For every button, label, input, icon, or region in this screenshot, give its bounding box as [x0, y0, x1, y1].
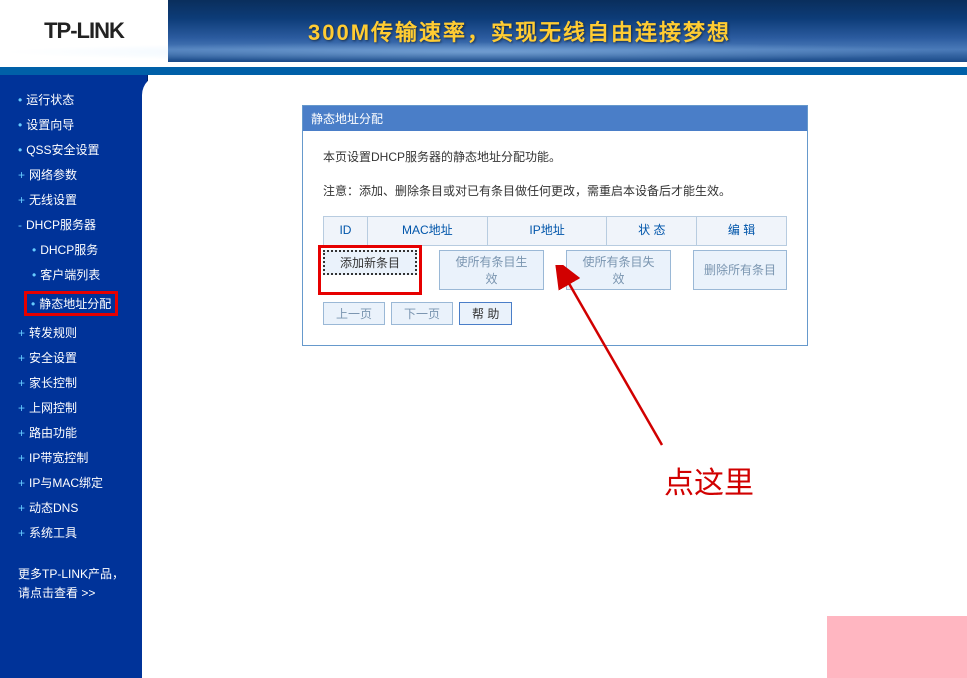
watermark-block: [827, 616, 967, 678]
disable-all-button[interactable]: 使所有条目失效: [566, 250, 671, 290]
prev-page-button[interactable]: 上一页: [323, 302, 385, 325]
sidebar-item-security[interactable]: + 安全设置: [0, 345, 147, 370]
sidebar-label: 动态DNS: [29, 501, 78, 515]
sidebar-item-systools[interactable]: + 系统工具: [0, 520, 147, 545]
plus-icon: +: [18, 501, 25, 515]
th-mac: MAC地址: [367, 217, 487, 246]
header-divider-blue: [0, 67, 967, 75]
bullet-icon: •: [32, 268, 36, 282]
sidebar-sub-dhcp-service[interactable]: • DHCP服务: [0, 237, 147, 262]
sidebar-label: IP带宽控制: [29, 451, 88, 465]
plus-icon: +: [18, 326, 25, 340]
th-edit: 编 辑: [697, 217, 787, 246]
next-page-button[interactable]: 下一页: [391, 302, 453, 325]
th-ip: IP地址: [487, 217, 607, 246]
plus-icon: +: [18, 426, 25, 440]
sidebar-label: 上网控制: [29, 401, 77, 415]
footer-link[interactable]: 请点击查看 >>: [18, 584, 129, 603]
bullet-icon: •: [18, 118, 22, 132]
sidebar-footer: 更多TP-LINK产品， 请点击查看 >>: [0, 565, 147, 603]
highlight-marker: • 静态地址分配: [24, 291, 118, 316]
sidebar-label: 系统工具: [29, 526, 77, 540]
plus-icon: +: [18, 401, 25, 415]
sidebar-label: 家长控制: [29, 376, 77, 390]
panel-description: 本页设置DHCP服务器的静态地址分配功能。: [323, 147, 787, 169]
bullet-icon: •: [32, 243, 36, 257]
panel-title: 静态地址分配: [303, 106, 807, 131]
th-id: ID: [324, 217, 368, 246]
sidebar-label: 运行状态: [26, 93, 74, 107]
sidebar-nav: •运行状态 •设置向导 •QSS安全设置 +网络参数 +无线设置 -DHCP服务…: [0, 75, 148, 678]
assignment-table: ID MAC地址 IP地址 状 态 编 辑: [323, 216, 787, 246]
sidebar-label: 路由功能: [29, 426, 77, 440]
sidebar-label: IP与MAC绑定: [29, 476, 103, 490]
sidebar-sub-client-list[interactable]: • 客户端列表: [0, 262, 147, 287]
sidebar-label: DHCP服务: [40, 243, 98, 257]
delete-all-button[interactable]: 删除所有条目: [693, 250, 787, 290]
panel-body: 本页设置DHCP服务器的静态地址分配功能。 注意：添加、删除条目或对已有条目做任…: [303, 131, 807, 345]
plus-icon: +: [18, 476, 25, 490]
sidebar-item-ipmac[interactable]: + IP与MAC绑定: [0, 470, 147, 495]
sidebar-label: 无线设置: [29, 193, 77, 207]
annotation-text: 点这里: [664, 458, 754, 502]
plus-icon: +: [18, 376, 25, 390]
table-header-row: ID MAC地址 IP地址 状 态 编 辑: [324, 217, 787, 246]
sidebar-label: 静态地址分配: [39, 297, 111, 311]
plus-icon: +: [18, 193, 25, 207]
plus-icon: +: [18, 168, 25, 182]
bullet-icon: •: [31, 297, 35, 311]
bullet-icon: •: [18, 93, 22, 107]
sidebar-item-forward[interactable]: + 转发规则: [0, 320, 147, 345]
sidebar-label: QSS安全设置: [26, 143, 99, 157]
plus-icon: +: [18, 526, 25, 540]
sidebar-label: 安全设置: [29, 351, 77, 365]
sidebar-item-status[interactable]: • 运行状态: [0, 87, 147, 112]
brand-logo: TP-LINK: [0, 0, 168, 62]
help-button[interactable]: 帮 助: [459, 302, 512, 325]
plus-icon: +: [18, 451, 25, 465]
panel-note: 注意：添加、删除条目或对已有条目做任何更改，需重启本设备后才能生效。: [323, 181, 787, 203]
sidebar-item-wizard[interactable]: • 设置向导: [0, 112, 147, 137]
add-entry-button[interactable]: 添加新条目: [323, 250, 417, 275]
th-status: 状 态: [607, 217, 697, 246]
header-banner: TP-LINK 300M传输速率，实现无线自由连接梦想: [0, 0, 967, 62]
bullet-icon: •: [18, 143, 22, 157]
sidebar-label: 客户端列表: [40, 268, 100, 282]
minus-icon: -: [18, 218, 22, 232]
pagination-row: 上一页 下一页 帮 助: [323, 298, 787, 329]
sidebar-label: DHCP服务器: [26, 218, 96, 232]
content-area: 静态地址分配 本页设置DHCP服务器的静态地址分配功能。 注意：添加、删除条目或…: [142, 75, 967, 678]
sidebar-sub-static-assign[interactable]: • 静态地址分配: [0, 287, 147, 320]
enable-all-button[interactable]: 使所有条目生效: [439, 250, 544, 290]
action-button-row: 添加新条目 使所有条目生效 使所有条目失效 删除所有条目: [323, 250, 787, 290]
sidebar-item-routing[interactable]: + 路由功能: [0, 420, 147, 445]
sidebar-item-qss[interactable]: • QSS安全设置: [0, 137, 147, 162]
sidebar-item-dhcp[interactable]: -DHCP服务器: [0, 212, 147, 237]
sidebar-item-network[interactable]: + 网络参数: [0, 162, 147, 187]
sidebar-item-ddns[interactable]: + 动态DNS: [0, 495, 147, 520]
sidebar-item-parental[interactable]: + 家长控制: [0, 370, 147, 395]
plus-icon: +: [18, 351, 25, 365]
sidebar-item-access[interactable]: + 上网控制: [0, 395, 147, 420]
sidebar-label: 网络参数: [29, 168, 77, 182]
sidebar-label: 转发规则: [29, 326, 77, 340]
sidebar-item-bandwidth[interactable]: + IP带宽控制: [0, 445, 147, 470]
sidebar-label: 设置向导: [26, 118, 74, 132]
highlight-marker: 添加新条目: [318, 245, 422, 295]
sidebar-item-wireless[interactable]: + 无线设置: [0, 187, 147, 212]
banner-slogan: 300M传输速率，实现无线自由连接梦想: [308, 15, 731, 47]
static-assign-panel: 静态地址分配 本页设置DHCP服务器的静态地址分配功能。 注意：添加、删除条目或…: [302, 105, 808, 346]
footer-line1: 更多TP-LINK产品，: [18, 565, 129, 584]
